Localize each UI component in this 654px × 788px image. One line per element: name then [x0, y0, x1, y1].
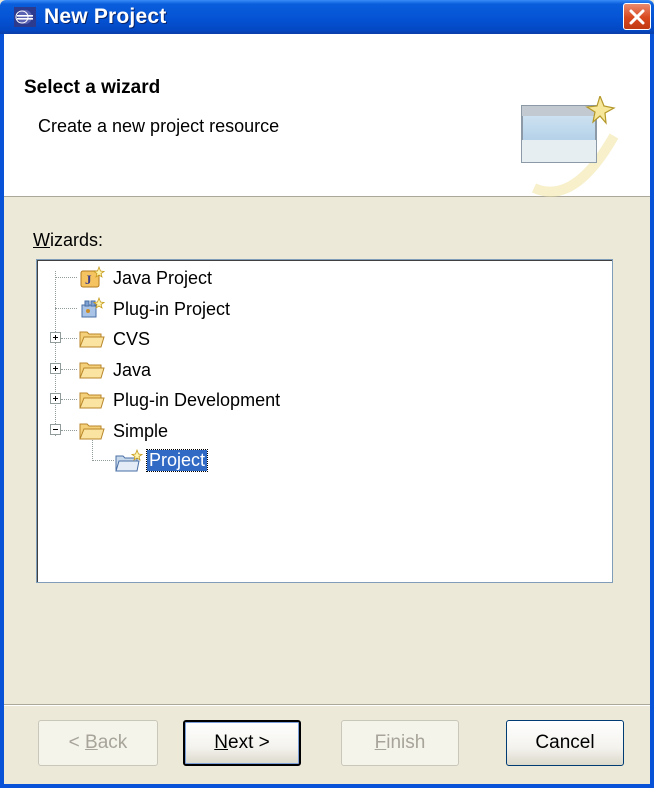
tree-item-cvs[interactable]: CVS	[79, 325, 379, 353]
expand-plugin-development-toggle[interactable]	[50, 393, 61, 404]
folder-icon	[79, 331, 105, 348]
page-title: Select a wizard	[24, 77, 161, 98]
next-button[interactable]: Next >	[183, 720, 301, 766]
tree-item-java-project[interactable]: J Java Project	[79, 264, 379, 292]
wizards-label: Wizards:	[33, 230, 104, 250]
expand-cvs-toggle[interactable]	[50, 332, 61, 343]
tree-connector	[55, 308, 77, 309]
tree-item-plugin-project[interactable]: Plug-in Project	[79, 295, 379, 323]
eclipse-icon	[14, 7, 36, 27]
close-icon	[629, 9, 645, 25]
cancel-button[interactable]: Cancel	[506, 720, 624, 766]
folder-icon	[79, 362, 105, 379]
folder-icon	[79, 392, 105, 409]
tree-item-label: Java	[113, 360, 152, 380]
window-frame-right	[650, 34, 654, 788]
tree-item-label: Simple	[113, 421, 169, 441]
finish-button[interactable]: Finish	[341, 720, 459, 766]
tree-item-java[interactable]: Java	[79, 356, 379, 384]
tree-item-label-selected: Project	[145, 449, 209, 472]
new-project-icon	[115, 449, 143, 472]
tree-item-label: Plug-in Project	[113, 299, 231, 319]
tree-item-label: Java Project	[113, 268, 213, 288]
svg-text:J: J	[85, 272, 92, 287]
collapse-simple-toggle[interactable]	[50, 424, 61, 435]
tree-connector	[55, 271, 56, 436]
tree-item-plugin-development[interactable]: Plug-in Development	[79, 386, 379, 414]
close-button[interactable]	[623, 3, 651, 30]
java-project-icon: J	[80, 266, 105, 288]
expand-java-toggle[interactable]	[50, 363, 61, 374]
folder-open-icon	[79, 423, 105, 440]
wizard-banner-icon	[521, 96, 619, 197]
window-title: New Project	[44, 5, 167, 28]
page-description: Create a new project resource	[38, 116, 280, 136]
tree-connector	[61, 369, 77, 370]
title-bar[interactable]: New Project	[0, 0, 654, 34]
tree-item-simple[interactable]: Simple	[79, 417, 379, 445]
tree-connector	[92, 460, 114, 461]
wizard-tree[interactable]: J Java Project Plug-in Project CVS Java	[36, 259, 613, 583]
tree-item-label: CVS	[113, 329, 151, 349]
tree-connector	[61, 399, 77, 400]
tree-connector	[61, 430, 77, 431]
tree-item-label: Plug-in Development	[113, 390, 281, 410]
back-button[interactable]: < Back	[38, 720, 158, 766]
tree-item-project[interactable]: Project	[115, 447, 315, 475]
plugin-project-icon	[81, 297, 105, 318]
window-frame-bottom	[0, 784, 654, 788]
wizard-header: Select a wizard Create a new project res…	[4, 34, 650, 197]
button-bar-separator	[4, 704, 650, 706]
tree-connector	[55, 277, 77, 278]
tree-connector	[61, 338, 77, 339]
